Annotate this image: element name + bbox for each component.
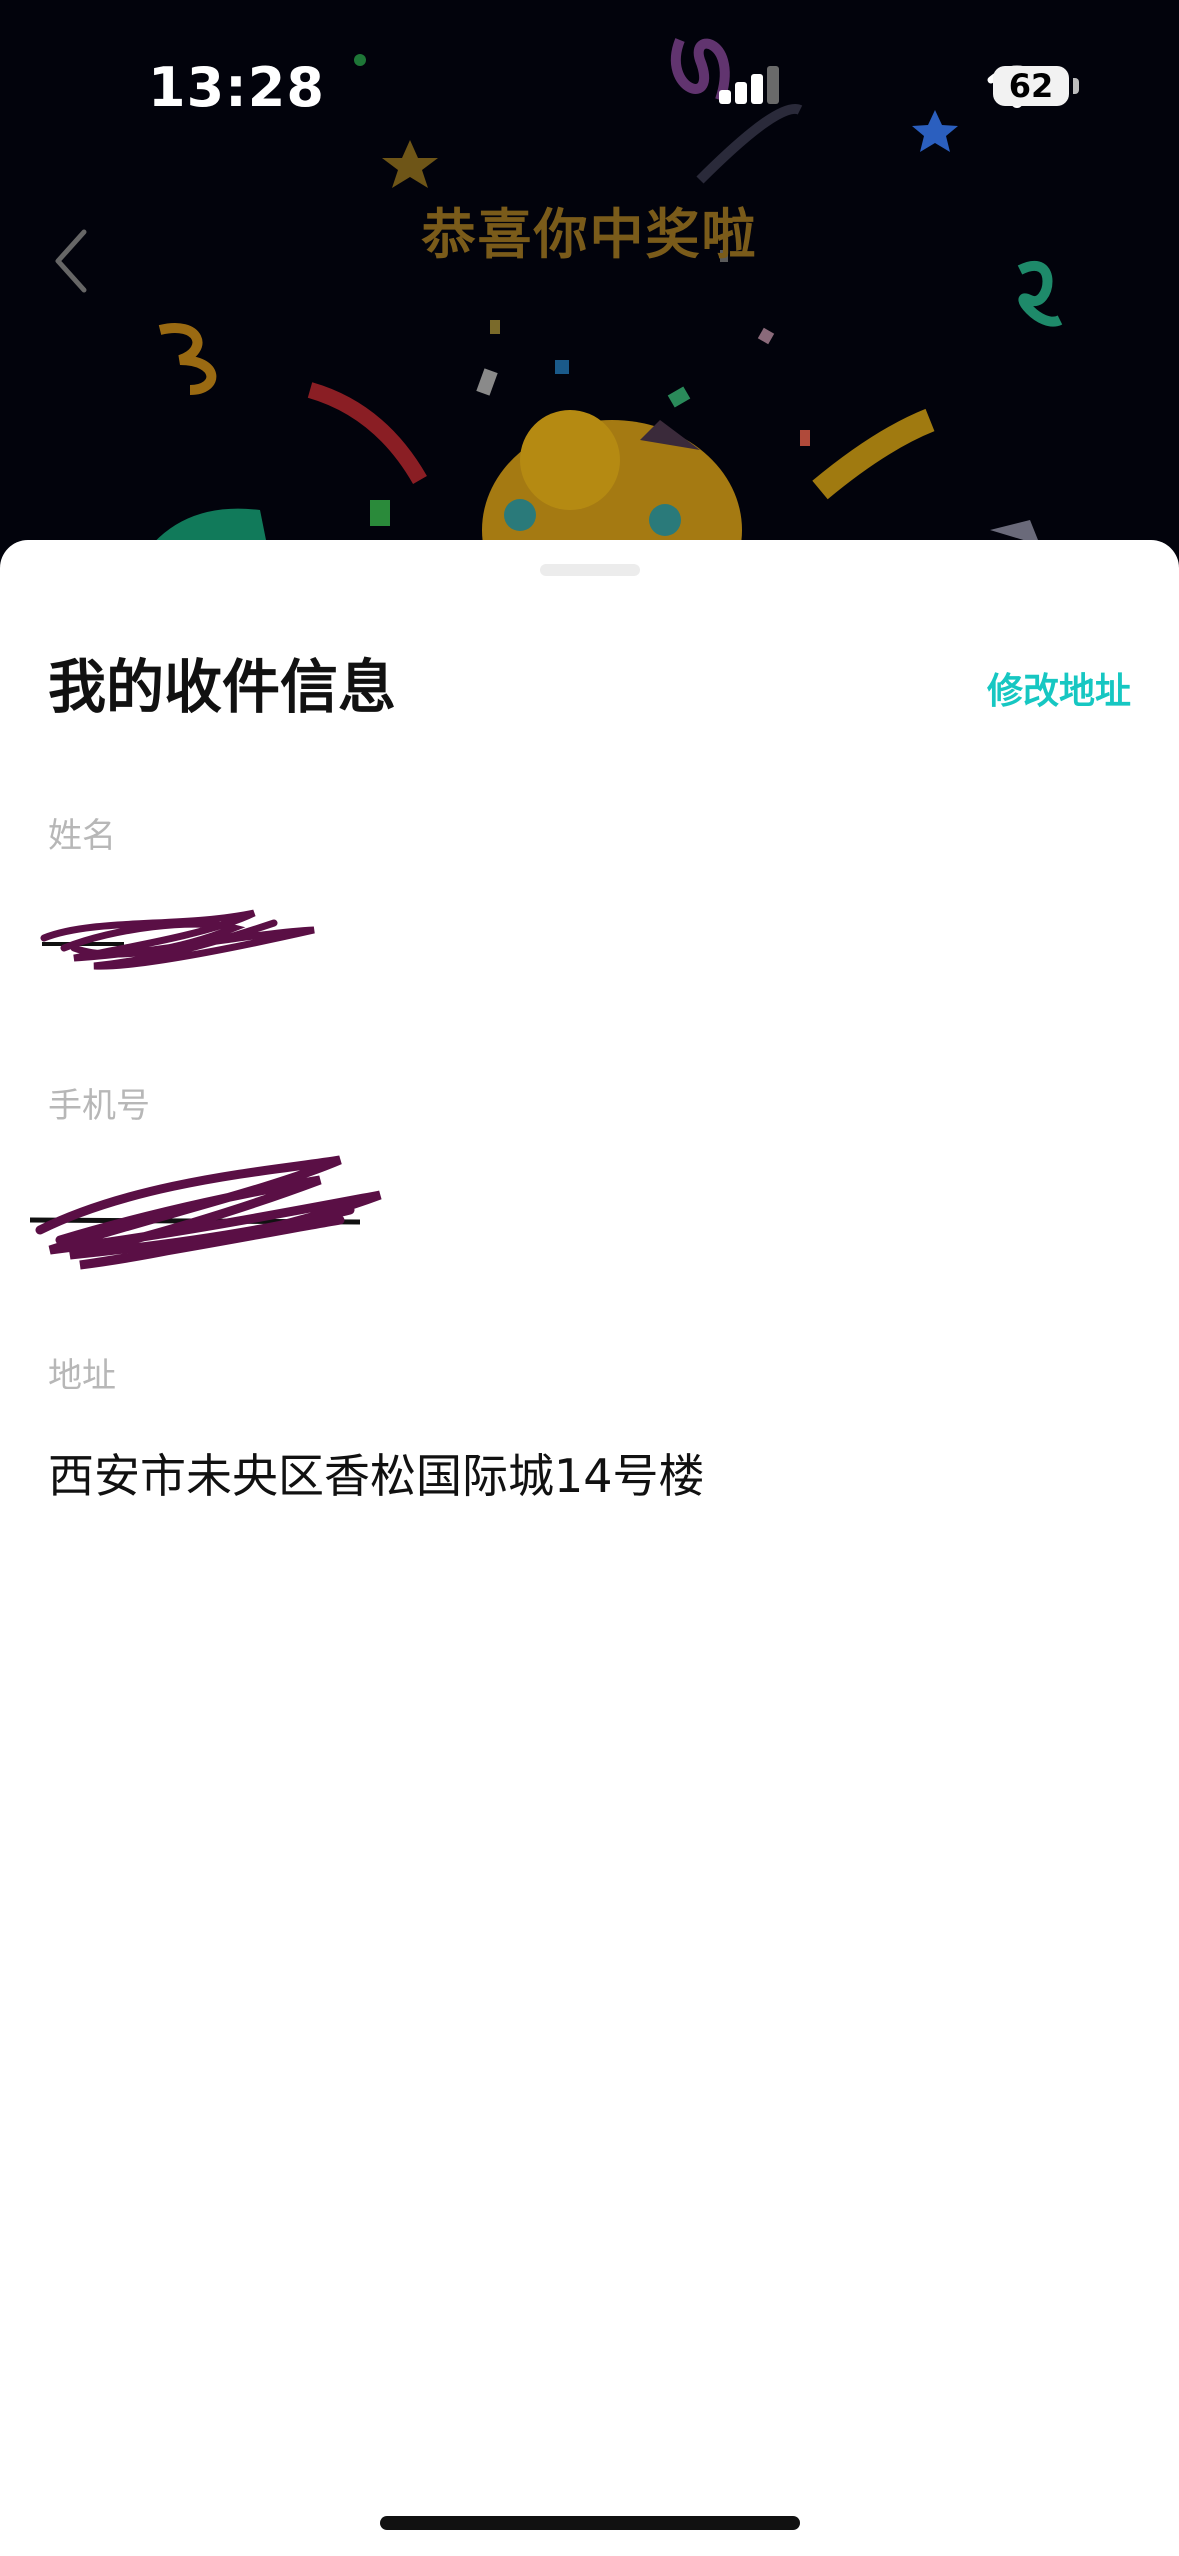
address-label: 地址 [48, 1356, 116, 1396]
name-redaction [40, 909, 315, 970]
shipping-info-sheet: 我的收件信息 修改地址 姓名 手机号 地址 西安市未央区香松国际城14号楼 [0, 540, 1179, 2556]
page-title: 恭喜你中奖啦 [421, 203, 758, 266]
battery-level: 62 [1008, 67, 1054, 105]
status-bar: 13:28 62 [0, 0, 1179, 170]
edit-address-button[interactable]: 修改地址 [987, 662, 1131, 714]
sheet-grabber[interactable] [540, 564, 640, 576]
name-label: 姓名 [48, 816, 116, 856]
status-time: 13:28 [148, 56, 325, 119]
phone-label: 手机号 [48, 1086, 150, 1126]
address-value: 西安市未央区香松国际城14号楼 [48, 1449, 705, 1503]
home-indicator[interactable] [380, 2516, 800, 2530]
battery-icon: 62 [993, 66, 1069, 106]
cellular-signal-icon [719, 66, 779, 104]
phone-redaction [29, 1155, 382, 1270]
battery-tip [1073, 78, 1079, 94]
sheet-title: 我的收件信息 [48, 653, 397, 721]
